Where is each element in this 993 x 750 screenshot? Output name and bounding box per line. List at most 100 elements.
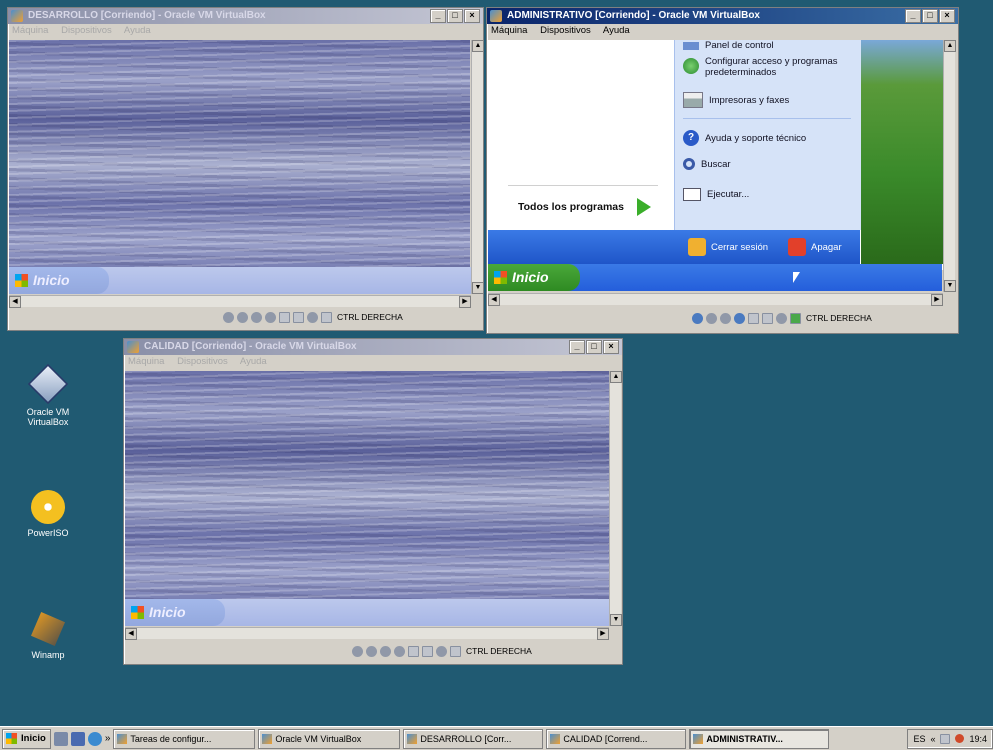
optical-drive-icon bbox=[706, 312, 717, 324]
internet-explorer-icon[interactable] bbox=[87, 731, 102, 746]
network-icon bbox=[734, 312, 745, 324]
horizontal-scrollbar[interactable]: ◀ ▶ bbox=[9, 295, 471, 308]
start-button[interactable]: Inicio bbox=[2, 728, 51, 749]
scroll-down-button[interactable]: ▼ bbox=[472, 282, 484, 294]
taskbar-button[interactable]: ADMINISTRATIV... bbox=[689, 728, 830, 749]
status-bar: CTRL DERECHA bbox=[223, 309, 403, 325]
display-icon bbox=[293, 311, 304, 323]
menu-maquina[interactable]: Máquina bbox=[128, 356, 164, 367]
windows-flag-icon bbox=[15, 274, 28, 287]
default-programs-icon bbox=[683, 58, 699, 74]
mouse-integration-icon bbox=[776, 312, 787, 324]
start-menu-item[interactable]: Ejecutar... bbox=[683, 188, 749, 201]
guest-start-button[interactable]: Inicio bbox=[125, 599, 225, 626]
start-menu-item[interactable]: Buscar bbox=[683, 158, 731, 170]
menu-maquina[interactable]: Máquina bbox=[12, 25, 48, 36]
vertical-scrollbar[interactable]: ▲ ▼ bbox=[943, 40, 956, 292]
desktop-icon-winamp[interactable]: Winamp bbox=[16, 612, 80, 660]
maximize-button[interactable]: □ bbox=[586, 340, 602, 354]
guest-start-button[interactable]: Inicio bbox=[488, 264, 580, 291]
logoff-button[interactable]: Cerrar sesión bbox=[688, 238, 768, 256]
maximize-button[interactable]: □ bbox=[447, 9, 463, 23]
vertical-scrollbar[interactable]: ▲ ▼ bbox=[471, 40, 484, 294]
quicklaunch-more-icon[interactable]: » bbox=[105, 733, 111, 744]
windows-flag-icon bbox=[131, 606, 144, 619]
minimize-button[interactable]: _ bbox=[430, 9, 446, 23]
horizontal-scrollbar[interactable]: ◀ ▶ bbox=[488, 293, 943, 306]
guest-wallpaper bbox=[861, 40, 945, 264]
scroll-left-button[interactable]: ◀ bbox=[9, 296, 21, 308]
taskbar-button[interactable]: DESARROLLO [Corr... bbox=[403, 728, 544, 749]
winamp-icon bbox=[31, 612, 65, 646]
start-menu-right-pane: Panel de control Configurar acceso y pro… bbox=[674, 40, 861, 230]
host-key-label: CTRL DERECHA bbox=[806, 313, 872, 323]
scroll-down-button[interactable]: ▼ bbox=[944, 280, 956, 292]
menu-bar: Máquina Dispositivos Ayuda bbox=[487, 24, 958, 38]
scroll-left-button[interactable]: ◀ bbox=[488, 294, 500, 306]
volume-tray-icon[interactable] bbox=[955, 734, 965, 743]
scroll-up-button[interactable]: ▲ bbox=[472, 40, 484, 52]
scroll-right-button[interactable]: ▶ bbox=[931, 294, 943, 306]
window-title-bar[interactable]: DESARROLLO [Corriendo] - Oracle VM Virtu… bbox=[8, 8, 483, 24]
close-button[interactable]: × bbox=[603, 340, 619, 354]
network-icon bbox=[265, 311, 276, 323]
scroll-up-button[interactable]: ▲ bbox=[610, 371, 622, 383]
start-menu-item[interactable]: Impresoras y faxes bbox=[683, 92, 789, 108]
horizontal-scrollbar[interactable]: ◀ ▶ bbox=[125, 627, 609, 640]
show-desktop-icon[interactable] bbox=[53, 731, 68, 746]
window-title-bar[interactable]: CALIDAD [Corriendo] - Oracle VM VirtualB… bbox=[124, 339, 622, 355]
menu-dispositivos[interactable]: Dispositivos bbox=[61, 25, 112, 36]
scroll-up-button[interactable]: ▲ bbox=[944, 40, 956, 52]
minimize-button[interactable]: _ bbox=[569, 340, 585, 354]
vm-window-desarrollo[interactable]: DESARROLLO [Corriendo] - Oracle VM Virtu… bbox=[7, 7, 484, 331]
host-taskbar: Inicio » Tareas de configur... Oracle VM… bbox=[0, 726, 993, 750]
explorer-icon[interactable] bbox=[70, 731, 85, 746]
display-icon bbox=[422, 645, 433, 657]
hard-disk-icon bbox=[352, 645, 363, 657]
desktop-icon-poweriso[interactable]: PowerISO bbox=[16, 490, 80, 538]
search-icon bbox=[683, 158, 695, 170]
language-indicator[interactable]: ES bbox=[913, 734, 925, 744]
taskbar-button[interactable]: Oracle VM VirtualBox bbox=[258, 728, 401, 749]
vm-window-calidad[interactable]: CALIDAD [Corriendo] - Oracle VM VirtualB… bbox=[123, 338, 623, 665]
close-button[interactable]: × bbox=[464, 9, 480, 23]
system-tray: ES « 19:4 bbox=[907, 728, 993, 749]
scroll-left-button[interactable]: ◀ bbox=[125, 628, 137, 640]
guest-screen[interactable]: Todos los programas Panel de control Con… bbox=[488, 40, 945, 270]
clock[interactable]: 19:4 bbox=[969, 734, 987, 744]
minimize-button[interactable]: _ bbox=[905, 9, 921, 23]
menu-maquina[interactable]: Máquina bbox=[491, 25, 527, 36]
guest-screen[interactable] bbox=[9, 40, 470, 267]
close-button[interactable]: × bbox=[939, 9, 955, 23]
scroll-down-button[interactable]: ▼ bbox=[610, 614, 622, 626]
window-title-bar[interactable]: ADMINISTRATIVO [Corriendo] - Oracle VM V… bbox=[487, 8, 958, 24]
maximize-button[interactable]: □ bbox=[922, 9, 938, 23]
menu-ayuda[interactable]: Ayuda bbox=[240, 356, 267, 367]
menu-ayuda[interactable]: Ayuda bbox=[124, 25, 151, 36]
windows-flag-icon bbox=[494, 271, 507, 284]
menu-ayuda[interactable]: Ayuda bbox=[603, 25, 630, 36]
scroll-right-button[interactable]: ▶ bbox=[597, 628, 609, 640]
desktop-icon-virtualbox[interactable]: Oracle VM VirtualBox bbox=[16, 363, 80, 427]
all-programs-button[interactable]: Todos los programas bbox=[518, 195, 651, 219]
start-menu-item[interactable]: Configurar acceso y programas predetermi… bbox=[683, 56, 855, 78]
start-menu-item[interactable]: ? Ayuda y soporte técnico bbox=[683, 130, 806, 146]
tray-expand-icon[interactable]: « bbox=[930, 734, 935, 744]
menu-dispositivos[interactable]: Dispositivos bbox=[177, 356, 228, 367]
usb-icon bbox=[380, 645, 391, 657]
taskbar-button[interactable]: Tareas de configur... bbox=[113, 728, 256, 749]
guest-screen[interactable] bbox=[125, 371, 609, 599]
virtualbox-icon bbox=[693, 733, 704, 744]
taskbar-button[interactable]: CALIDAD [Corrend... bbox=[546, 728, 687, 749]
shutdown-button[interactable]: Apagar bbox=[788, 238, 842, 256]
shared-folders-icon bbox=[279, 311, 290, 323]
window-title: ADMINISTRATIVO [Corriendo] - Oracle VM V… bbox=[507, 10, 760, 21]
guest-start-button[interactable]: Inicio bbox=[9, 267, 109, 294]
scroll-right-button[interactable]: ▶ bbox=[459, 296, 471, 308]
menu-dispositivos[interactable]: Dispositivos bbox=[540, 25, 591, 36]
start-menu-item[interactable]: Panel de control bbox=[683, 40, 774, 51]
network-tray-icon[interactable] bbox=[940, 733, 951, 744]
vm-window-administrativo[interactable]: ADMINISTRATIVO [Corriendo] - Oracle VM V… bbox=[486, 7, 959, 334]
all-programs-separator bbox=[508, 185, 658, 186]
vertical-scrollbar[interactable]: ▲ ▼ bbox=[609, 371, 622, 626]
